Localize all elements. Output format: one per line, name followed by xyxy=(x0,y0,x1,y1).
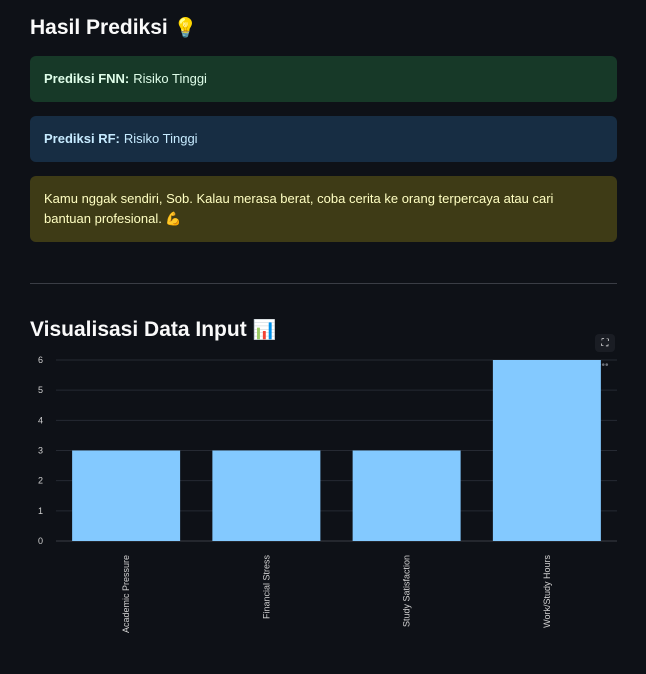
y-tick-label: 4 xyxy=(38,415,43,425)
fnn-prediction-alert: Prediksi FNN: Risiko Tinggi xyxy=(30,56,617,102)
fnn-label: Prediksi FNN: xyxy=(44,71,130,86)
bar-financial-stress[interactable] xyxy=(212,450,321,542)
rf-value: Risiko Tinggi xyxy=(123,131,198,146)
y-tick-label: 0 xyxy=(38,536,43,546)
bar-study-satisfaction[interactable] xyxy=(352,450,461,542)
y-tick-label: 3 xyxy=(38,446,43,456)
section-divider xyxy=(30,283,617,284)
support-message: Kamu nggak sendiri, Sob. Kalau merasa be… xyxy=(44,191,554,226)
x-tick-label: Academic Pressure xyxy=(121,555,131,633)
bar-work-study-hours[interactable] xyxy=(492,360,601,541)
bar-academic-pressure[interactable] xyxy=(72,450,181,542)
results-title: Hasil Prediksi xyxy=(30,16,168,39)
chart-y-ticks: 0 1 2 3 4 5 6 xyxy=(38,355,43,546)
fullscreen-icon: ⛶ xyxy=(601,337,609,349)
bar-chart-icon: 📊 xyxy=(252,320,277,341)
y-tick-label: 1 xyxy=(38,506,43,516)
rf-prediction-alert: Prediksi RF: Risiko Tinggi xyxy=(30,116,617,162)
y-tick-label: 2 xyxy=(38,476,43,486)
visualization-heading: Visualisasi Data Input 📊 xyxy=(30,318,276,342)
chart-x-ticks: Academic Pressure Financial Stress Study S… xyxy=(121,555,552,634)
y-tick-label: 5 xyxy=(38,385,43,395)
support-message-alert: Kamu nggak sendiri, Sob. Kalau merasa be… xyxy=(30,176,617,242)
lightbulb-icon: 💡 xyxy=(173,18,198,39)
app-page: Hasil Prediksi 💡 Prediksi FNN: Risiko Ti… xyxy=(0,0,646,674)
fnn-value: Risiko Tinggi xyxy=(133,71,207,86)
y-tick-label: 6 xyxy=(38,355,43,365)
results-heading: Hasil Prediksi 💡 xyxy=(30,16,197,40)
bar-chart: 0 1 2 3 4 5 6 Academic Pressure Financial Stres… xyxy=(38,355,617,634)
x-tick-label: Study Satisfaction xyxy=(402,555,412,627)
x-tick-label: Work/Study Hours xyxy=(542,555,552,628)
x-tick-label: Financial Stress xyxy=(261,555,271,620)
visualization-title: Visualisasi Data Input xyxy=(30,318,247,341)
rf-label: Prediksi RF: xyxy=(44,131,120,146)
